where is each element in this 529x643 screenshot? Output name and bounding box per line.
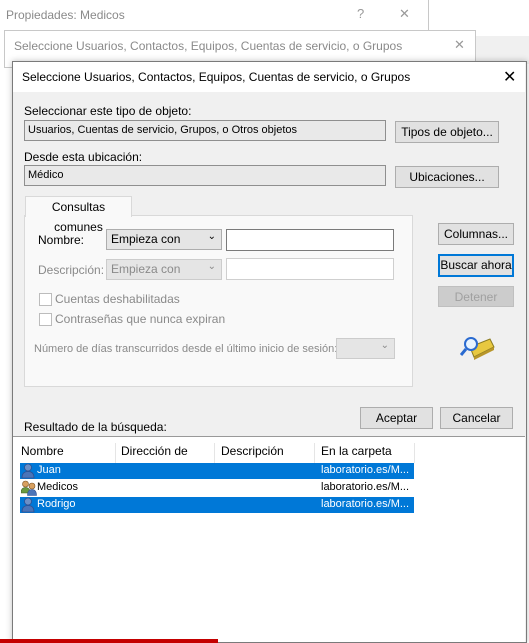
column-header-name[interactable]: Nombre (14, 443, 116, 463)
help-button[interactable]: ? (357, 6, 364, 21)
description-input[interactable] (226, 258, 394, 280)
cancel-button[interactable]: Cancelar (440, 407, 513, 429)
days-since-logon-select[interactable]: ⌄ (336, 338, 395, 359)
location-field: Médico (24, 165, 386, 186)
chevron-down-icon: ⌄ (207, 261, 216, 272)
select-window-back-close-button[interactable]: ✕ (454, 37, 465, 53)
locations-button[interactable]: Ubicaciones... (395, 166, 499, 188)
table-row[interactable]: Rodrigo laboratorio.es/M... (20, 497, 414, 513)
row-folder: laboratorio.es/M... (321, 464, 410, 476)
column-header-description[interactable]: Descripción (214, 443, 315, 463)
column-header-folder[interactable]: En la carpeta (314, 443, 415, 463)
user-icon (21, 497, 35, 513)
properties-window-title: Propiedades: Medicos (6, 8, 125, 22)
non-expiring-passwords-label: Contraseñas que nunca expiran (55, 312, 226, 326)
row-folder: laboratorio.es/M... (321, 481, 410, 493)
object-types-button[interactable]: Tipos de objeto... (395, 121, 499, 143)
name-label: Nombre: (38, 233, 85, 247)
location-label: Desde esta ubicación: (24, 150, 143, 164)
properties-close-button[interactable]: ✕ (399, 6, 410, 22)
select-window-back-title: Seleccione Usuarios, Contactos, Equipos,… (14, 39, 403, 53)
taskbar-accent (0, 639, 218, 643)
ok-button[interactable]: Aceptar (360, 407, 433, 429)
group-icon (21, 480, 37, 496)
name-mode-select[interactable]: Empieza con ⌄ (106, 229, 222, 250)
disabled-accounts-label: Cuentas deshabilitadas (55, 292, 180, 306)
row-name: Juan (37, 464, 61, 476)
binoculars-search-icon (460, 337, 495, 360)
disabled-accounts-checkbox[interactable] (39, 293, 52, 306)
columns-button[interactable]: Columnas... (438, 223, 514, 245)
dialog-title: Seleccione Usuarios, Contactos, Equipos,… (22, 70, 411, 84)
object-type-field: Usuarios, Cuentas de servicio, Grupos, o… (24, 120, 386, 141)
object-type-label: Seleccionar este tipo de objeto: (24, 104, 192, 118)
search-now-button[interactable]: Buscar ahora (438, 254, 514, 277)
description-label: Descripción: (38, 263, 105, 277)
chevron-down-icon: ⌄ (207, 231, 216, 242)
days-since-logon-label: Número de días transcurridos desde el úl… (34, 343, 338, 355)
dialog-close-button[interactable]: ✕ (503, 67, 516, 87)
name-input[interactable] (226, 229, 394, 251)
row-name: Medicos (37, 481, 78, 493)
table-row[interactable]: Medicos laboratorio.es/M... (20, 480, 414, 496)
row-folder: laboratorio.es/M... (321, 498, 410, 510)
table-row[interactable]: Juan laboratorio.es/M... (20, 463, 414, 479)
results-label: Resultado de la búsqueda: (24, 420, 167, 434)
background-strip (474, 36, 529, 64)
tab-common-queries[interactable]: Consultas comunes (25, 196, 132, 234)
non-expiring-passwords-checkbox[interactable] (39, 313, 52, 326)
user-icon (21, 463, 35, 479)
name-mode-value: Empieza con (111, 232, 181, 246)
description-mode-value: Empieza con (111, 262, 181, 276)
chevron-down-icon: ⌄ (380, 340, 389, 351)
stop-button[interactable]: Detener (438, 286, 514, 307)
description-mode-select[interactable]: Empieza con ⌄ (106, 259, 222, 280)
row-name: Rodrigo (37, 498, 76, 510)
column-header-email[interactable]: Dirección de cor... (114, 443, 215, 474)
